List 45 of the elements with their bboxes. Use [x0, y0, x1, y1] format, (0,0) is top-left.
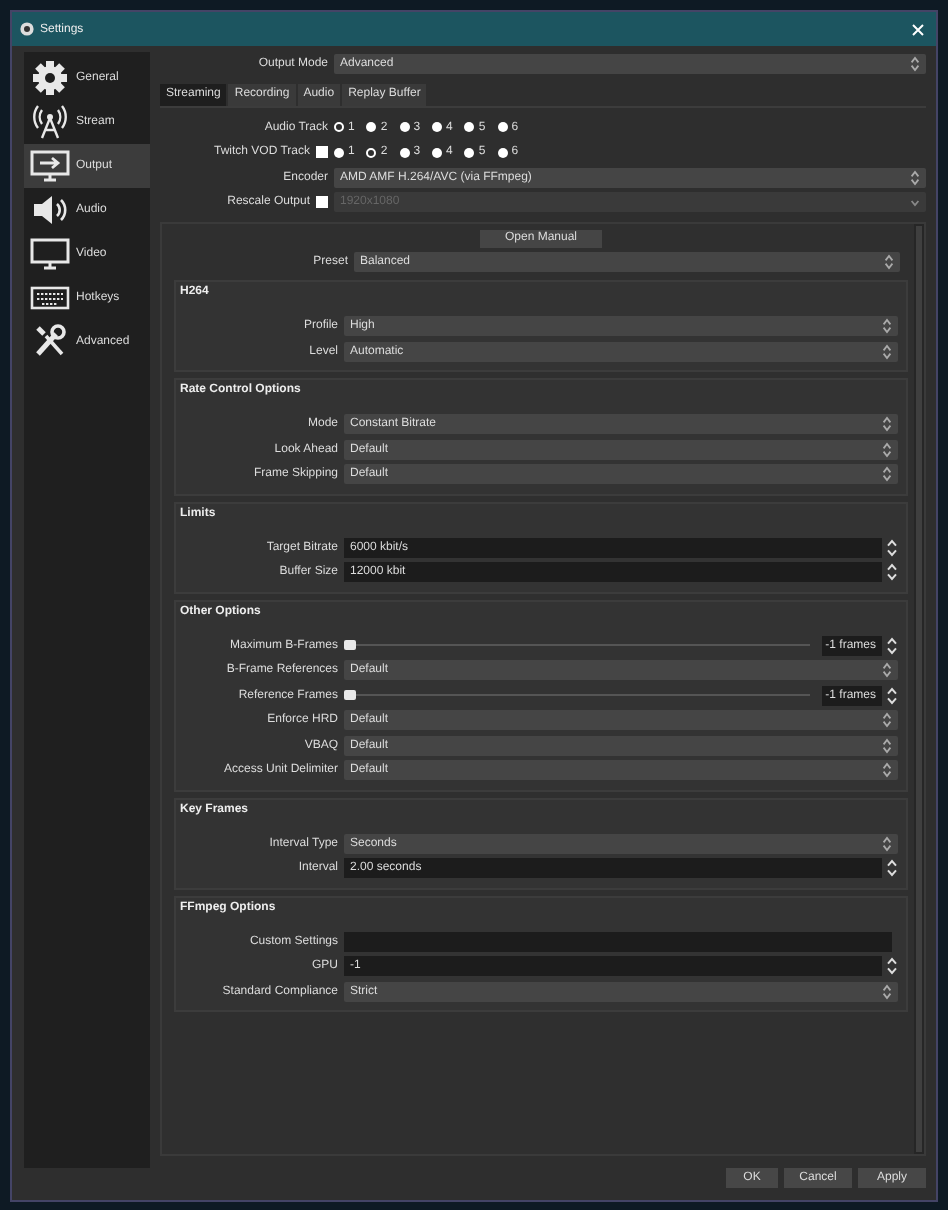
- spin-arrows-icon[interactable]: [886, 562, 898, 583]
- updown-arrows-icon: [884, 253, 894, 270]
- updown-arrows-icon: [882, 983, 892, 1000]
- radio-button[interactable]: [432, 122, 443, 133]
- spin-arrows-icon[interactable]: [886, 635, 898, 656]
- gear-icon: [30, 60, 70, 96]
- monitor-icon: [30, 236, 70, 272]
- updown-arrows-icon: [882, 466, 892, 483]
- slider-thumb[interactable]: [344, 690, 356, 701]
- checkbox[interactable]: [316, 146, 328, 159]
- close-button[interactable]: [908, 19, 928, 39]
- wrench-screwdriver-icon: [30, 324, 70, 360]
- radio-button[interactable]: [334, 147, 344, 158]
- updown-arrows-icon: [882, 318, 892, 335]
- radio-button[interactable]: [497, 122, 508, 133]
- speaker-icon: [30, 192, 70, 228]
- monitor-arrow-icon: [30, 148, 70, 184]
- updown-arrows-icon: [882, 737, 892, 754]
- scrollbar[interactable]: [914, 223, 924, 1154]
- broadcast-tower-icon: [30, 104, 70, 140]
- updown-arrows-icon: [882, 416, 892, 433]
- updown-arrows-icon: [882, 343, 892, 360]
- radio-button[interactable]: [464, 122, 475, 133]
- updown-arrows-icon: [882, 762, 892, 779]
- updown-arrows-icon: [910, 169, 920, 186]
- slider-thumb[interactable]: [344, 640, 356, 651]
- radio-button[interactable]: [399, 147, 410, 158]
- radio-button[interactable]: [464, 147, 475, 158]
- spin-arrows-icon[interactable]: [886, 858, 898, 879]
- radio-button[interactable]: [399, 122, 410, 133]
- updown-arrows-icon: [882, 712, 892, 729]
- spin-arrows-icon[interactable]: [886, 685, 898, 706]
- updown-arrows-icon: [882, 835, 892, 852]
- radio-button[interactable]: [366, 122, 377, 133]
- updown-arrows-icon: [882, 441, 892, 458]
- updown-arrows-icon: [910, 56, 920, 73]
- radio-button[interactable]: [497, 147, 508, 158]
- app-logo-icon: [20, 22, 34, 36]
- radio-button[interactable]: [334, 122, 344, 133]
- spin-arrows-icon[interactable]: [886, 956, 898, 977]
- radio-button[interactable]: [366, 147, 377, 158]
- chevron-down-icon: [910, 197, 920, 208]
- updown-arrows-icon: [882, 662, 892, 679]
- radio-button[interactable]: [432, 147, 443, 158]
- spin-arrows-icon[interactable]: [886, 537, 898, 558]
